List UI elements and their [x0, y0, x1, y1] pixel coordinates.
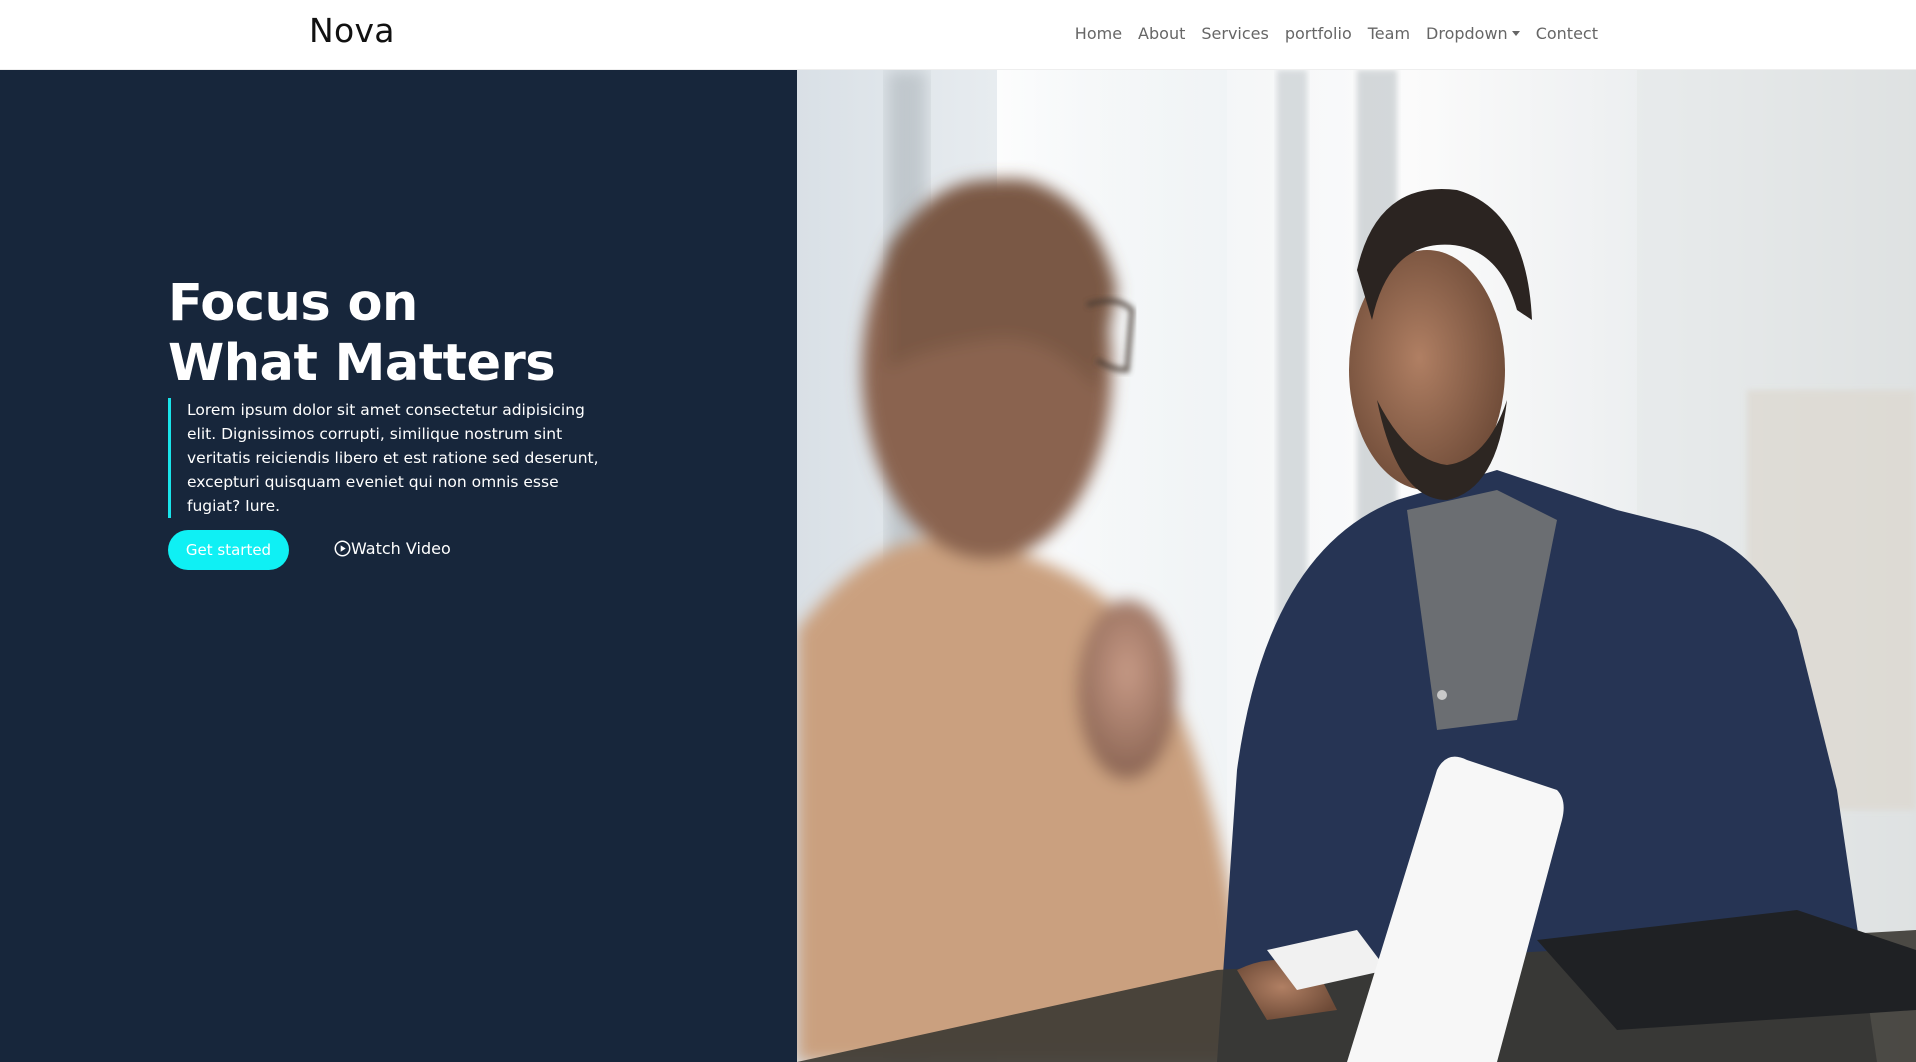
watch-video-label: Watch Video	[351, 539, 451, 558]
nav-link-contact[interactable]: Contect	[1536, 24, 1598, 43]
hero-section: Focus on What Matters Lorem ipsum dolor …	[0, 70, 1916, 1062]
nav-link-home[interactable]: Home	[1075, 24, 1122, 43]
hero-title-line-1: Focus on	[168, 274, 418, 333]
navbar: Nova Home About Services portfolio Team …	[0, 0, 1916, 70]
nav-dropdown-toggle[interactable]: Dropdown	[1426, 24, 1520, 43]
nav-link-services[interactable]: Services	[1201, 24, 1268, 43]
hero-title: Focus on What Matters	[168, 274, 768, 394]
hero-image	[797, 70, 1916, 1062]
nav-menu: Home About Services portfolio Team Dropd…	[1075, 24, 1598, 43]
nav-link-about[interactable]: About	[1138, 24, 1185, 43]
hero-title-line-2: What Matters	[168, 334, 556, 393]
hero-description: Lorem ipsum dolor sit amet consectetur a…	[168, 398, 608, 518]
hero-text-panel: Focus on What Matters Lorem ipsum dolor …	[0, 70, 797, 1062]
watch-video-button[interactable]: Watch Video	[334, 539, 451, 558]
brand-logo[interactable]: Nova	[309, 11, 395, 50]
nav-link-portfolio[interactable]: portfolio	[1285, 24, 1352, 43]
caret-down-icon	[1511, 31, 1520, 36]
play-circle-icon	[334, 540, 351, 557]
nav-dropdown-label: Dropdown	[1426, 24, 1508, 43]
nav-link-team[interactable]: Team	[1368, 24, 1410, 43]
meeting-photo	[797, 70, 1916, 1062]
get-started-button[interactable]: Get started	[168, 530, 289, 570]
